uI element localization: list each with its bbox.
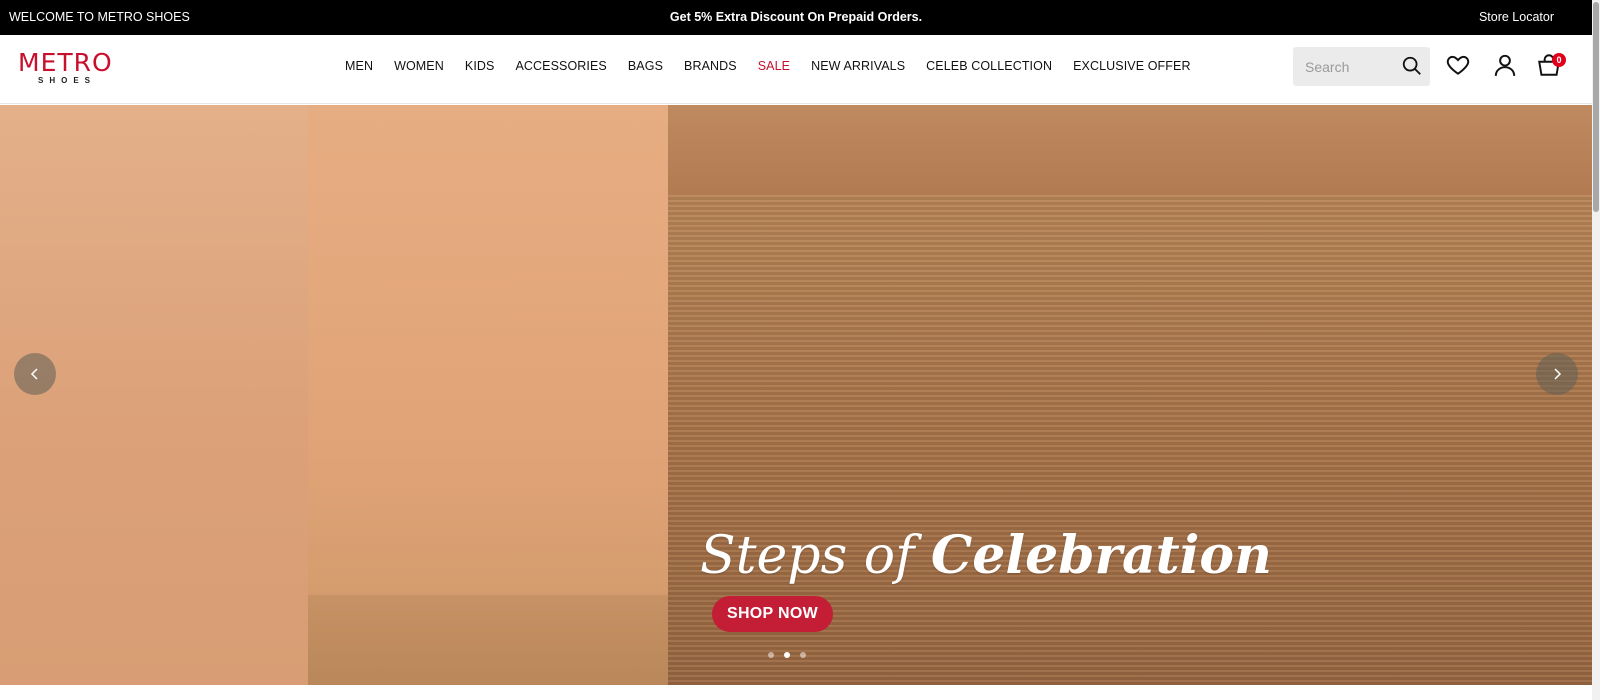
user-icon[interactable] bbox=[1492, 52, 1518, 78]
search-box bbox=[1293, 47, 1430, 86]
logo-brand: METRO bbox=[18, 48, 113, 77]
main-nav: MEN WOMEN KIDS ACCESSORIES BAGS BRANDS S… bbox=[345, 59, 1212, 73]
heart-icon[interactable] bbox=[1445, 52, 1471, 78]
nav-new-arrivals[interactable]: NEW ARRIVALS bbox=[811, 59, 905, 73]
nav-accessories[interactable]: ACCESSORIES bbox=[515, 59, 606, 73]
cart-count-badge: 0 bbox=[1552, 53, 1566, 67]
hero-title-part2: Celebration bbox=[930, 525, 1272, 586]
scrollbar-thumb[interactable] bbox=[1593, 2, 1599, 212]
site-header: METRO SHOES MEN WOMEN KIDS ACCESSORIES B… bbox=[0, 35, 1592, 104]
carousel-dot[interactable] bbox=[768, 652, 774, 658]
chevron-right-icon bbox=[1554, 368, 1562, 380]
hero-floor bbox=[308, 595, 668, 685]
hero-banner[interactable]: Steps of Celebration SHOP NOW bbox=[0, 105, 1592, 685]
nav-brands[interactable]: BRANDS bbox=[684, 59, 737, 73]
logo-sub: SHOES bbox=[38, 76, 97, 85]
carousel-dots bbox=[768, 652, 816, 658]
hero-title: Steps of Celebration bbox=[700, 525, 1272, 586]
announcement-bar: WELCOME TO METRO SHOES Get 5% Extra Disc… bbox=[0, 0, 1592, 35]
nav-women[interactable]: WOMEN bbox=[394, 59, 444, 73]
nav-men[interactable]: MEN bbox=[345, 59, 373, 73]
hero-image-woman bbox=[0, 105, 308, 685]
logo[interactable]: METRO SHOES bbox=[18, 50, 118, 90]
hero-title-part1: Steps of bbox=[700, 526, 931, 586]
promo-text: Get 5% Extra Discount On Prepaid Orders. bbox=[669, 10, 923, 24]
carousel-next-button[interactable] bbox=[1536, 353, 1578, 395]
store-locator-link[interactable]: Store Locator bbox=[1479, 10, 1554, 24]
nav-celeb-collection[interactable]: CELEB COLLECTION bbox=[926, 59, 1052, 73]
shop-now-button[interactable]: SHOP NOW bbox=[712, 596, 833, 632]
search-icon[interactable] bbox=[1401, 55, 1423, 77]
nav-sale[interactable]: SALE bbox=[758, 59, 790, 73]
scrollbar[interactable] bbox=[1592, 0, 1600, 700]
chevron-left-icon bbox=[30, 368, 38, 380]
carousel-dot-active[interactable] bbox=[784, 652, 790, 658]
carousel-dot[interactable] bbox=[800, 652, 806, 658]
nav-bags[interactable]: BAGS bbox=[628, 59, 663, 73]
search-input[interactable] bbox=[1293, 47, 1393, 86]
carousel-prev-button[interactable] bbox=[14, 353, 56, 395]
nav-exclusive-offer[interactable]: EXCLUSIVE OFFER bbox=[1073, 59, 1191, 73]
nav-kids[interactable]: KIDS bbox=[465, 59, 495, 73]
